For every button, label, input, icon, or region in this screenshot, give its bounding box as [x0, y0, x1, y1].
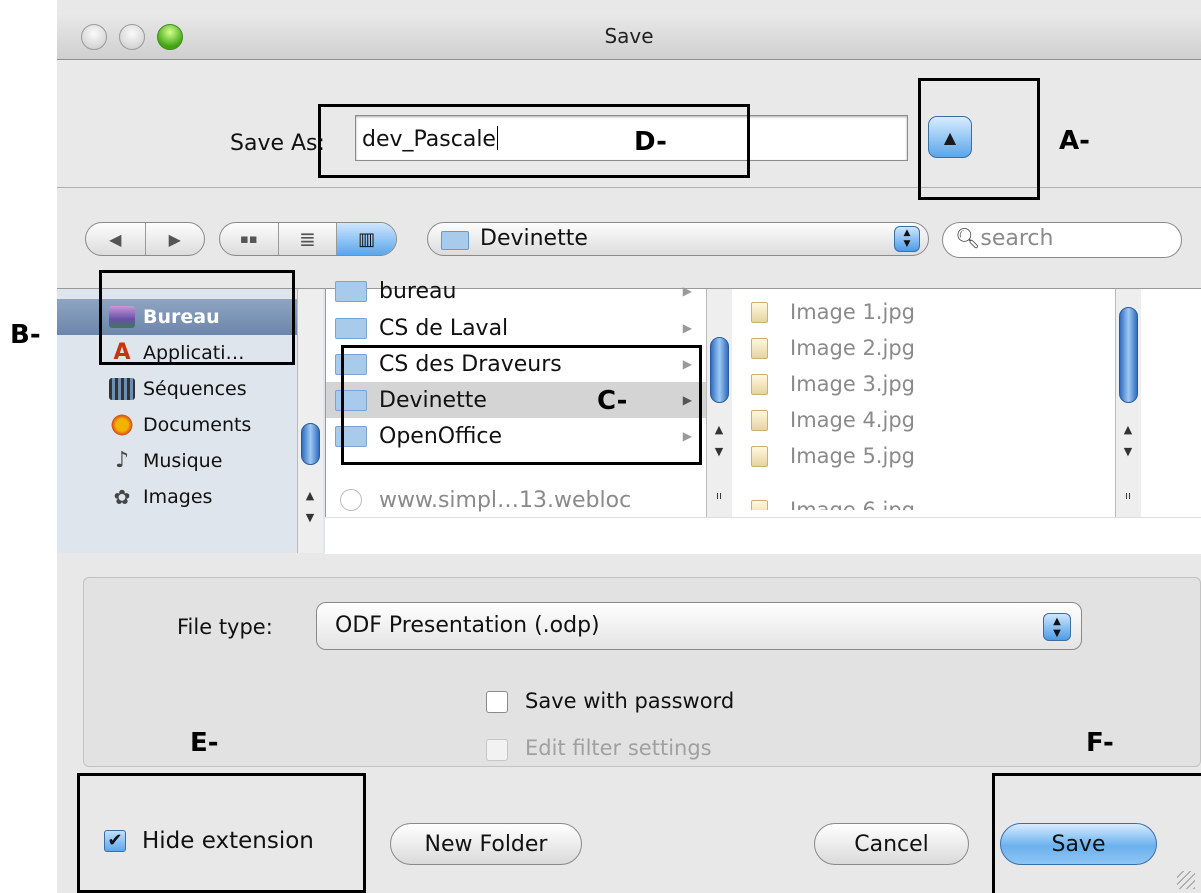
sidebar-item-label: Séquences	[143, 378, 247, 400]
forward-arrow-icon[interactable]: ▶	[144, 223, 205, 255]
annotation-label-f: F-	[1086, 728, 1114, 758]
scroll-thumb[interactable]	[1119, 307, 1138, 403]
column-resize-handle[interactable]: ıı	[707, 485, 731, 507]
cancel-button[interactable]: Cancel	[814, 823, 969, 865]
column-resize-handle[interactable]: ıı	[1116, 485, 1140, 507]
annotation-box-c	[341, 345, 702, 465]
updown-arrows-icon: ▲ ▼	[1043, 613, 1071, 641]
file-name: Image 4.jpg	[790, 408, 915, 432]
jpg-file-icon	[751, 445, 768, 467]
search-icon: 🔍︎	[955, 226, 981, 250]
annotation-label-b: B-	[10, 320, 41, 350]
jpg-file-icon	[751, 499, 768, 510]
file-name: Image 3.jpg	[790, 372, 915, 396]
horizontal-scroll-area	[325, 517, 1201, 554]
pictures-icon: ✿	[113, 485, 131, 509]
file-row[interactable]: Image 5.jpg	[733, 438, 1113, 474]
scroll-down-icon[interactable]: ▼	[298, 507, 322, 529]
folder-name: CS de Laval	[379, 315, 509, 341]
file-row[interactable]: Image 4.jpg	[733, 402, 1113, 438]
sidebar-item-documents[interactable]: Documents	[57, 407, 297, 443]
icon-view-icon[interactable]: ▪▪	[220, 223, 278, 255]
annotation-label-a: A-	[1059, 126, 1090, 156]
scroll-up-icon[interactable]: ▲	[298, 485, 322, 507]
file-name: Image 5.jpg	[790, 444, 915, 468]
jpg-file-icon	[751, 373, 768, 395]
sidebar-item-label: Documents	[143, 414, 252, 436]
title-bar: Save	[57, 12, 1201, 60]
folder-row[interactable]: bureau ▶	[326, 273, 706, 309]
scroll-up-icon[interactable]: ▲	[707, 419, 731, 441]
window-title: Save	[604, 24, 654, 48]
scroll-down-icon[interactable]: ▼	[1116, 441, 1140, 463]
annotation-box-b	[99, 270, 295, 365]
file-name: Image 2.jpg	[790, 336, 915, 360]
sidebar-scrollbar[interactable]: ▲ ▼	[297, 289, 323, 553]
folder-name: bureau	[379, 278, 457, 304]
annotation-box-d	[318, 104, 750, 178]
file-row[interactable]: Image 6.jpg	[733, 474, 1113, 510]
file-name: Image 6.jpg	[790, 498, 915, 510]
file-row[interactable]: www.simpl…13.webloc	[326, 482, 706, 518]
file-name: Image 1.jpg	[790, 300, 915, 324]
documents-icon	[109, 414, 135, 436]
jpg-file-icon	[751, 409, 768, 431]
files-column: Image 1.jpg Image 2.jpg Image 3.jpg Imag…	[733, 289, 1145, 553]
folder-column-scrollbar[interactable]: ▲ ▼ ıı	[706, 289, 732, 517]
scroll-down-icon[interactable]: ▼	[707, 441, 731, 463]
annotation-label-c: C-	[597, 386, 628, 416]
folder-row[interactable]: CS de Laval ▶	[326, 310, 706, 346]
file-row[interactable]: Image 1.jpg	[733, 294, 1113, 330]
webloc-icon	[340, 489, 362, 511]
jpg-file-icon	[751, 337, 768, 359]
search-placeholder: search	[980, 226, 1054, 251]
sidebar-item-images[interactable]: ✿ Images	[57, 479, 297, 515]
save-with-password-checkbox[interactable]	[486, 691, 508, 713]
files-column-scrollbar[interactable]: ▲ ▼ ıı	[1115, 289, 1141, 517]
updown-arrows-icon: ▲ ▼	[894, 226, 920, 252]
file-type-label: File type:	[177, 615, 273, 639]
annotation-box-a	[918, 78, 1040, 200]
movies-icon	[109, 378, 135, 400]
music-icon: ♪	[114, 448, 130, 473]
back-arrow-icon[interactable]: ◀	[86, 223, 145, 255]
file-row[interactable]: Image 3.jpg	[733, 366, 1113, 402]
scroll-thumb[interactable]	[301, 423, 320, 465]
folder-icon	[441, 231, 469, 250]
column-view-icon[interactable]: ▥	[336, 223, 396, 255]
annotation-box-f	[992, 773, 1201, 893]
disclosure-arrow-icon: ▶	[682, 284, 692, 298]
disclosure-arrow-icon: ▶	[682, 321, 692, 335]
folder-icon	[335, 280, 367, 302]
view-mode-control: ▪▪ ≣ ▥	[219, 222, 397, 256]
current-folder-label: Devinette	[480, 226, 588, 251]
sidebar-item-label: Images	[143, 486, 213, 508]
sidebar-item-label: Musique	[143, 450, 223, 472]
search-field[interactable]: 🔍︎search	[942, 222, 1182, 258]
sidebar-item-musique[interactable]: ♪ Musique	[57, 443, 297, 479]
folder-icon	[335, 317, 367, 339]
annotation-box-e	[77, 773, 366, 893]
edit-filter-settings-checkbox[interactable]	[486, 739, 508, 761]
save-with-password-label: Save with password	[525, 689, 735, 713]
save-as-label: Save As:	[230, 131, 325, 156]
file-type-value: ODF Presentation (.odp)	[335, 613, 600, 638]
edit-filter-settings-label: Edit filter settings	[525, 736, 712, 760]
list-view-icon[interactable]: ≣	[277, 223, 337, 255]
scroll-up-icon[interactable]: ▲	[1116, 419, 1140, 441]
annotation-label-d: D-	[634, 127, 667, 157]
back-forward-control: ◀ ▶	[85, 222, 205, 256]
sidebar-item-sequences[interactable]: Séquences	[57, 371, 297, 407]
new-folder-button[interactable]: New Folder	[390, 823, 582, 865]
folder-path-popup[interactable]: Devinette ▲ ▼	[427, 222, 929, 256]
jpg-file-icon	[751, 301, 768, 323]
annotation-label-e: E-	[190, 728, 219, 758]
file-type-select[interactable]: ODF Presentation (.odp) ▲ ▼	[316, 602, 1082, 650]
file-row[interactable]: Image 2.jpg	[733, 330, 1113, 366]
save-options-panel: File type: ODF Presentation (.odp) ▲ ▼ Sa…	[83, 577, 1201, 767]
file-name: www.simpl…13.webloc	[379, 487, 632, 513]
scroll-thumb[interactable]	[710, 337, 729, 403]
